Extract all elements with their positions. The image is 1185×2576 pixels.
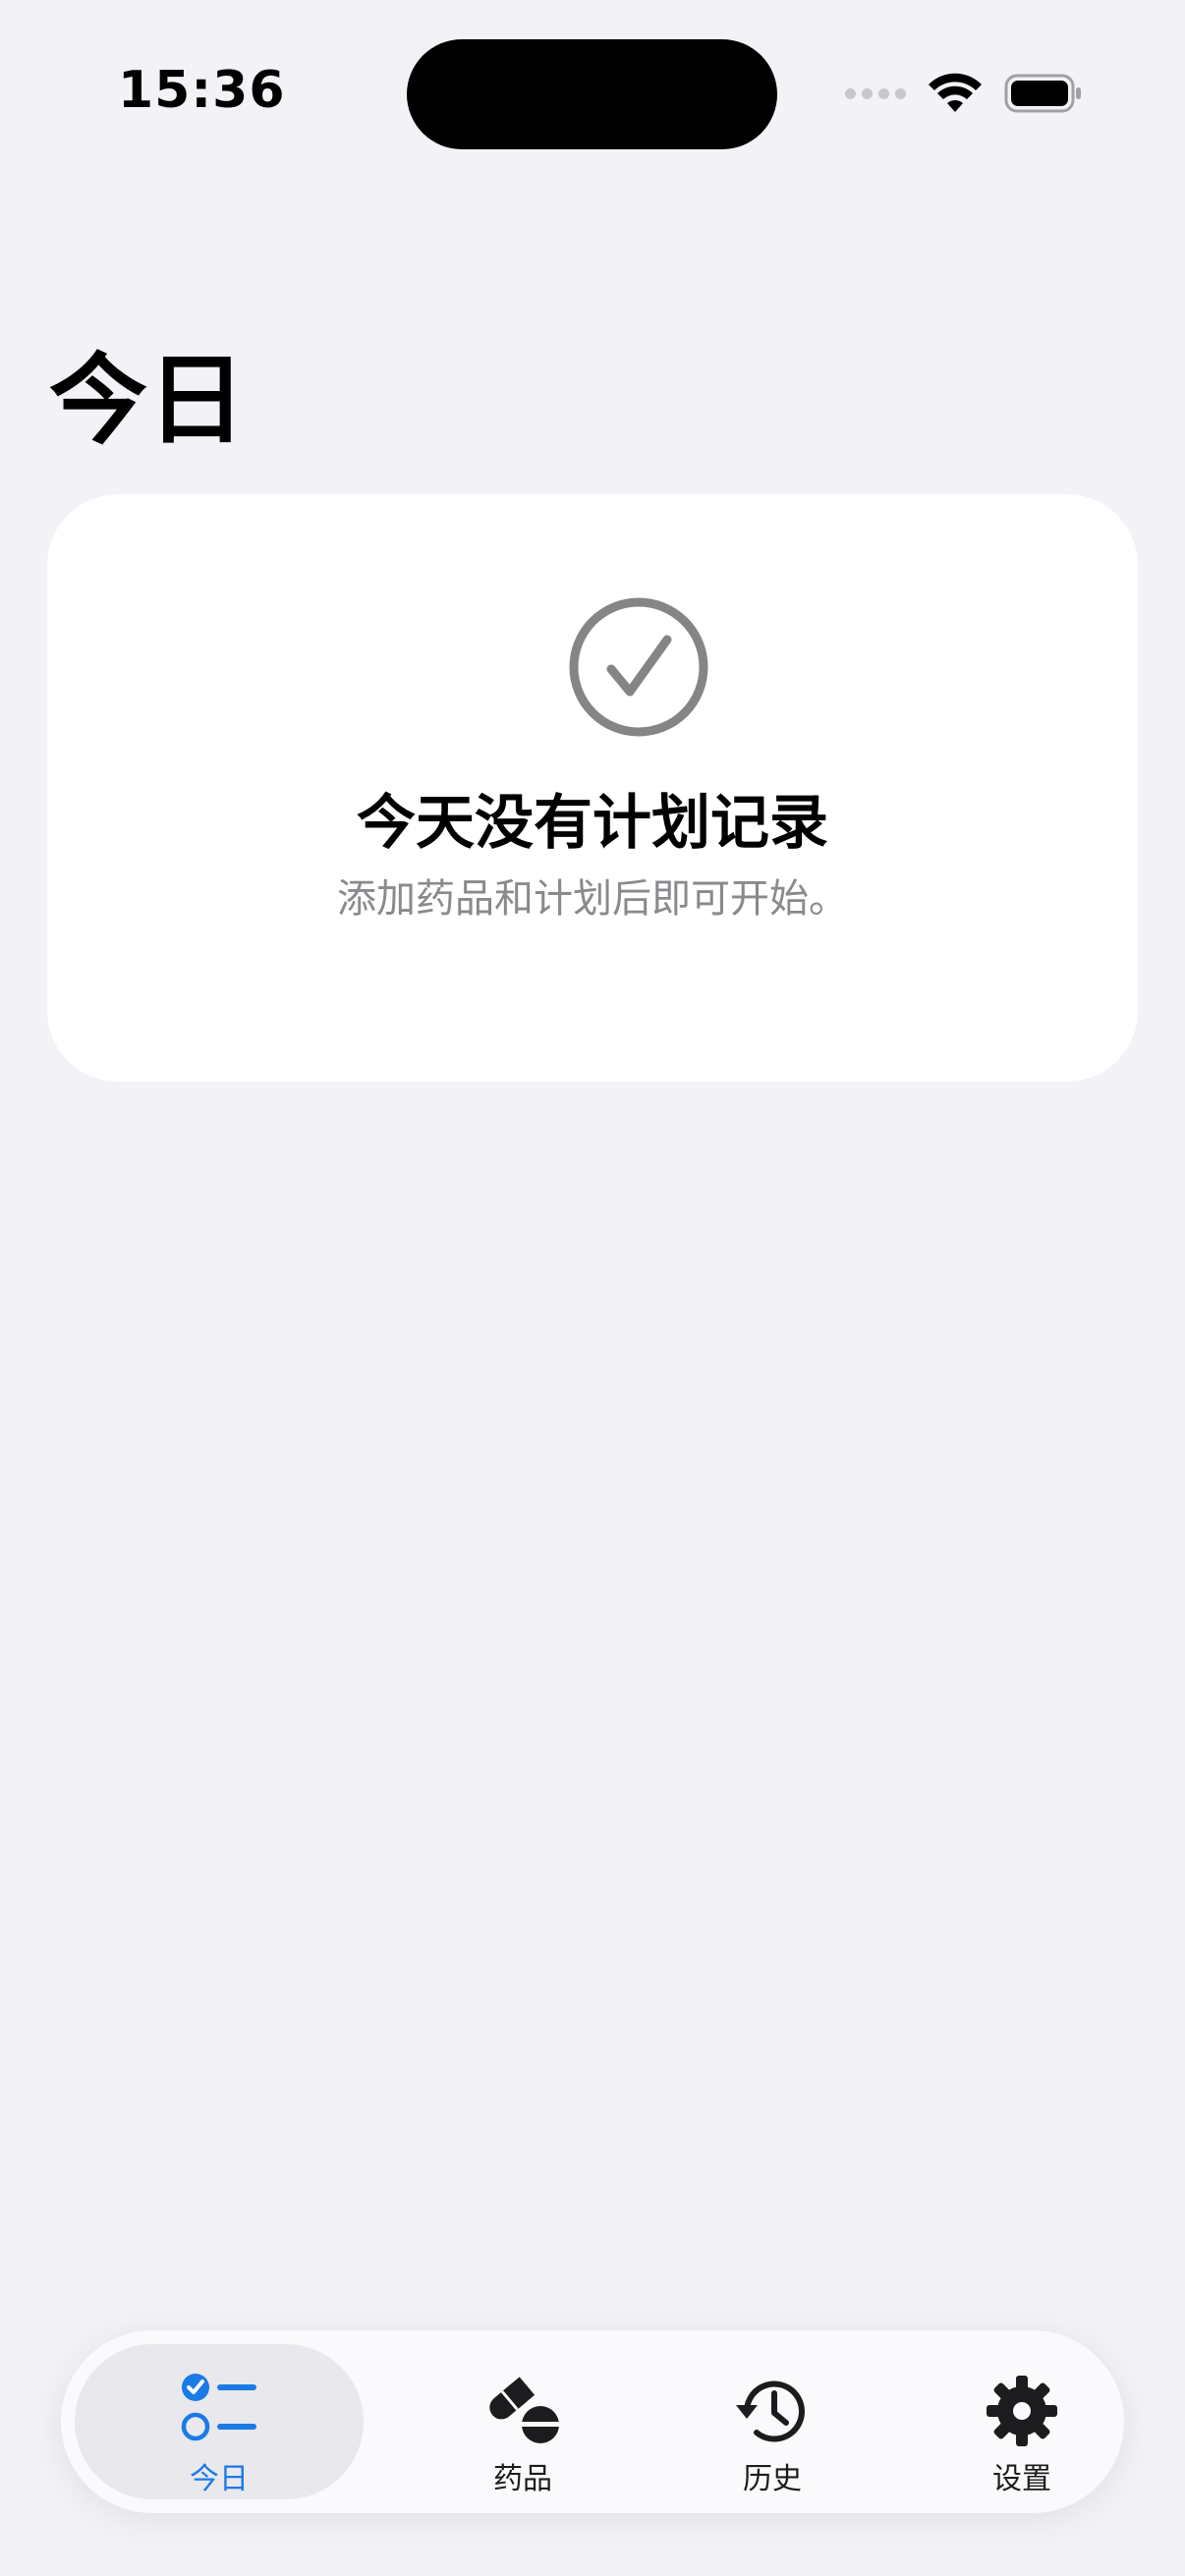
cellular-signal-icon [845,87,906,99]
tab-settings-label: 设置 [992,2462,1051,2496]
status-icons [845,69,1083,118]
tab-bar: 今日 药品 历史 设置 [61,2330,1124,2513]
tab-medications-label: 药品 [493,2462,552,2496]
page-title: 今日 [49,343,246,458]
battery-icon [1004,74,1081,113]
wifi-icon [929,73,982,112]
status-time: 15:36 [118,61,286,120]
empty-state-card: 今天没有计划记录 添加药品和计划后即可开始。 [47,494,1138,1082]
tab-settings[interactable]: 设置 [896,2344,1148,2499]
tab-history[interactable]: 历史 [647,2344,898,2499]
empty-state-title: 今天没有计划记录 [357,789,828,858]
checklist-icon [181,2374,256,2441]
tab-today[interactable]: 今日 [75,2344,364,2499]
dynamic-island [407,39,777,149]
tab-today-label: 今日 [190,2462,249,2496]
screen: 15:36 今日 今天没有计划记录 添加药品和计划后即可开始。 今日 药品 历史… [0,0,1185,2576]
tab-medications[interactable]: 药品 [397,2344,649,2499]
gear-icon [987,2376,1057,2446]
pills-icon [489,2377,560,2443]
empty-state-subtitle: 添加药品和计划后即可开始。 [337,876,848,922]
checkmark-circle-icon [569,597,708,737]
tab-history-label: 历史 [743,2462,802,2496]
history-clock-icon [736,2380,805,2442]
